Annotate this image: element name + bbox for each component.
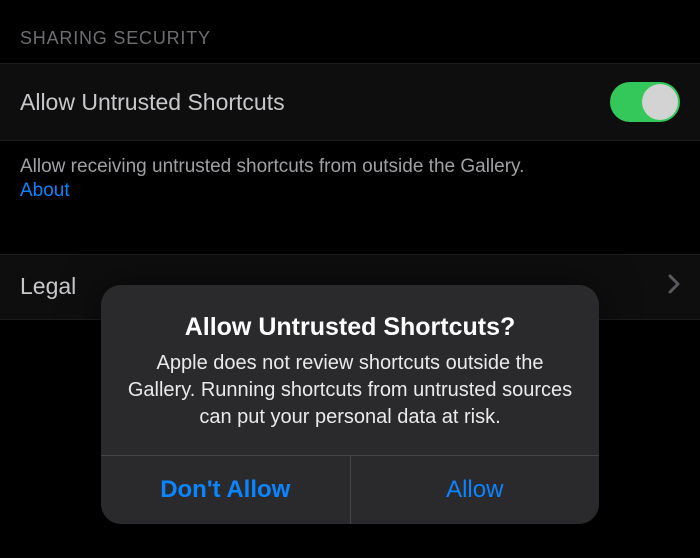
footer-note: Allow receiving untrusted shortcuts from… [0,141,700,180]
section-header-sharing-security: Sharing Security [0,0,700,63]
alert-content: Allow Untrusted Shortcuts? Apple does no… [101,285,599,455]
row-allow-untrusted-shortcuts[interactable]: Allow Untrusted Shortcuts [0,63,700,141]
alert-title: Allow Untrusted Shortcuts? [127,313,573,342]
alert-message: Apple does not review shortcuts outside … [127,350,573,431]
spacer [0,222,700,254]
allow-button[interactable]: Allow [350,456,600,524]
row-title-legal: Legal [20,273,76,300]
toggle-allow-untrusted[interactable] [610,82,680,122]
chevron-right-icon [668,273,680,301]
about-link[interactable]: About [0,180,700,222]
toggle-knob [642,84,678,120]
row-title: Allow Untrusted Shortcuts [20,89,285,116]
dont-allow-button[interactable]: Don't Allow [101,456,350,524]
alert-buttons: Don't Allow Allow [101,455,599,524]
alert-dialog: Allow Untrusted Shortcuts? Apple does no… [101,285,599,524]
